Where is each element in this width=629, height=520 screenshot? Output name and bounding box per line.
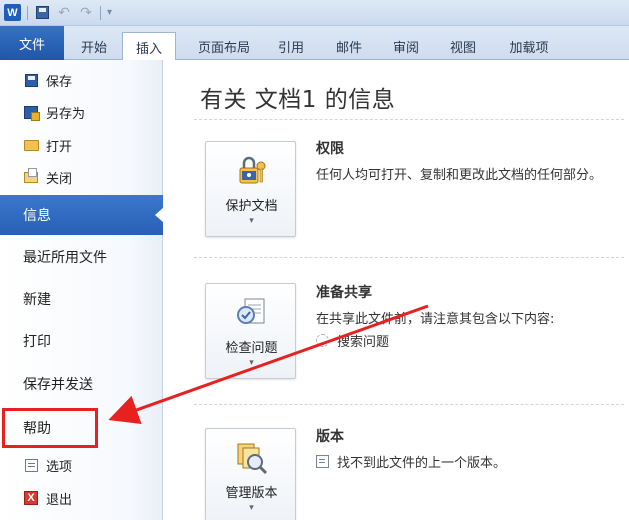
section-description: 任何人均可打开、复制和更改此文档的任何部分。 bbox=[316, 168, 603, 183]
nav-item-exit[interactable]: X 退出 bbox=[0, 484, 163, 512]
nav-item-save[interactable]: 保存 bbox=[0, 66, 163, 94]
button-label: 检查问题 bbox=[225, 341, 278, 356]
nav-item-label: 退出 bbox=[46, 492, 73, 508]
section-divider bbox=[194, 119, 624, 120]
section-heading-prepare-sharing: 准备共享 bbox=[316, 285, 372, 301]
nav-item-label: 打开 bbox=[46, 139, 73, 155]
save-icon bbox=[23, 72, 39, 88]
tab-references[interactable]: 引用 bbox=[270, 32, 312, 60]
nav-item-recent[interactable]: 最近所用文件 bbox=[0, 237, 163, 277]
page-title: 有关 文档1 的信息 bbox=[200, 87, 396, 113]
nav-item-print[interactable]: 打印 bbox=[0, 321, 163, 361]
button-label: 保护文档 bbox=[225, 199, 278, 214]
nav-item-save-as[interactable]: 另存为 bbox=[0, 98, 163, 126]
loading-spinner-icon bbox=[316, 334, 329, 347]
nav-item-label: 保存 bbox=[46, 74, 73, 90]
no-previous-version-item: 找不到此文件的上一个版本。 bbox=[316, 452, 506, 471]
item-label: 搜索问题 bbox=[337, 335, 390, 350]
nav-item-label: 最近所用文件 bbox=[23, 250, 107, 266]
backstage-nav: 保存 另存为 打开 关闭 信息 最近所用文件 新建 打印 保存并发送 帮助 选项… bbox=[0, 60, 164, 520]
exit-icon: X bbox=[23, 490, 39, 506]
nav-item-open[interactable]: 打开 bbox=[0, 131, 163, 159]
inspect-document-icon bbox=[237, 298, 265, 324]
redo-icon: ↷ bbox=[80, 4, 92, 21]
chevron-down-icon: ▾ bbox=[249, 216, 254, 226]
tab-insert[interactable]: 插入 bbox=[122, 32, 176, 61]
chevron-down-icon: ▾ bbox=[249, 503, 254, 513]
nav-item-label: 帮助 bbox=[23, 421, 51, 437]
chevron-down-icon: ▾ bbox=[249, 358, 254, 368]
qat-separator bbox=[27, 5, 28, 20]
nav-item-info[interactable]: 信息 bbox=[0, 195, 164, 235]
section-heading-versions: 版本 bbox=[316, 429, 344, 445]
tab-view[interactable]: 视图 bbox=[442, 32, 484, 60]
undo-button[interactable]: ↶ bbox=[56, 5, 72, 21]
ribbon-tab-bar: 文件 开始 插入 页面布局 引用 邮件 审阅 视图 加载项 bbox=[0, 26, 629, 61]
quick-access-toolbar: W ↶ ↷ ▾ bbox=[4, 4, 112, 21]
nav-item-label: 另存为 bbox=[46, 106, 86, 122]
section-divider bbox=[194, 257, 624, 258]
nav-item-save-and-send[interactable]: 保存并发送 bbox=[0, 364, 163, 404]
manage-versions-icon bbox=[237, 443, 268, 475]
title-bar: W ↶ ↷ ▾ bbox=[0, 0, 629, 26]
protect-document-button[interactable]: 保护文档 ▾ bbox=[205, 141, 296, 237]
redo-button[interactable]: ↷ bbox=[78, 5, 94, 21]
nav-item-label: 信息 bbox=[23, 208, 51, 224]
tab-file[interactable]: 文件 bbox=[0, 26, 64, 60]
section-description: 在共享此文件前，请注意其包含以下内容: bbox=[316, 312, 555, 327]
tab-page-layout[interactable]: 页面布局 bbox=[186, 32, 262, 60]
close-file-icon bbox=[23, 167, 39, 185]
nav-item-close[interactable]: 关闭 bbox=[0, 163, 163, 191]
manage-versions-button[interactable]: 管理版本 ▾ bbox=[205, 428, 296, 520]
button-label: 管理版本 bbox=[225, 486, 278, 501]
nav-item-new[interactable]: 新建 bbox=[0, 279, 163, 319]
document-version-icon bbox=[316, 455, 329, 468]
customize-qat-dropdown-icon[interactable]: ▾ bbox=[107, 7, 112, 18]
nav-item-label: 打印 bbox=[23, 334, 51, 350]
word-logo-icon[interactable]: W bbox=[4, 4, 21, 21]
nav-item-label: 关闭 bbox=[46, 171, 73, 187]
section-heading-permissions: 权限 bbox=[316, 141, 344, 157]
nav-item-label: 选项 bbox=[46, 459, 73, 475]
search-issues-item: 搜索问题 bbox=[316, 331, 389, 350]
nav-item-label: 新建 bbox=[23, 292, 51, 308]
section-divider bbox=[194, 404, 624, 405]
tab-home[interactable]: 开始 bbox=[70, 32, 118, 60]
info-panel: 有关 文档1 的信息 保护文档 ▾ 权限 任何人均可打开、复制和更改此文档的任何… bbox=[164, 60, 629, 520]
undo-icon: ↶ bbox=[58, 4, 70, 21]
tab-addins[interactable]: 加载项 bbox=[500, 32, 558, 60]
lock-key-icon bbox=[239, 156, 266, 184]
open-folder-icon bbox=[23, 137, 39, 153]
item-label: 找不到此文件的上一个版本。 bbox=[337, 456, 507, 471]
nav-item-help[interactable]: 帮助 bbox=[0, 408, 163, 448]
tab-review[interactable]: 审阅 bbox=[385, 32, 427, 60]
tab-mailings[interactable]: 邮件 bbox=[328, 32, 370, 60]
nav-item-options[interactable]: 选项 bbox=[0, 451, 163, 479]
save-qat-button[interactable] bbox=[34, 5, 50, 21]
check-for-issues-button[interactable]: 检查问题 ▾ bbox=[205, 283, 296, 379]
qat-separator bbox=[100, 5, 101, 20]
save-as-icon bbox=[23, 104, 40, 121]
save-icon bbox=[35, 6, 49, 19]
options-icon bbox=[23, 457, 39, 473]
nav-item-label: 保存并发送 bbox=[23, 377, 93, 393]
